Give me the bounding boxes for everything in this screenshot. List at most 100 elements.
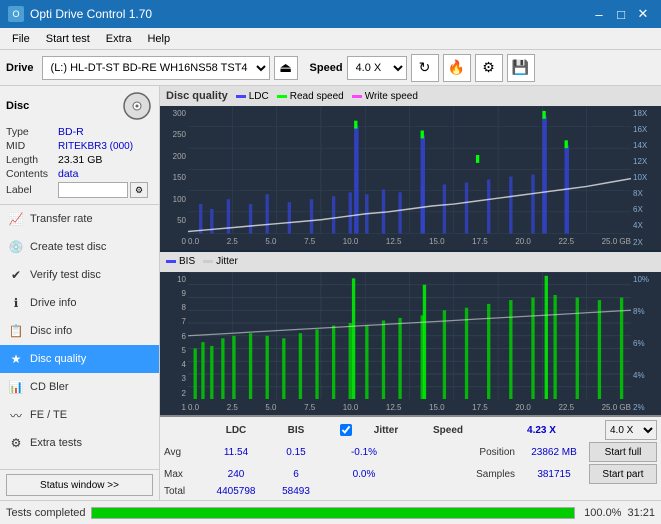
disc-label-button[interactable]: ⚙ [130, 182, 148, 198]
y-label-150: 150 [160, 173, 188, 182]
lower-y-10: 10 [160, 275, 188, 284]
drive-label: Drive [6, 62, 34, 74]
nav-item-cd-bler[interactable]: 📊CD Bler [0, 373, 159, 401]
status-window-button[interactable]: Status window >> [6, 474, 153, 496]
lower-y-8: 8 [160, 303, 188, 312]
maximize-button[interactable]: □ [611, 4, 631, 24]
left-panel: Disc Type BD-R MID RITEKBR3 (000) Lengt [0, 86, 160, 500]
type-value: BD-R [58, 126, 153, 138]
progress-bar [91, 507, 575, 519]
nav-icon-create-test-disc: 💿 [8, 239, 24, 255]
menu-bar: File Start test Extra Help [0, 28, 661, 50]
main-content: Disc Type BD-R MID RITEKBR3 (000) Lengt [0, 86, 661, 500]
menu-help[interactable]: Help [139, 31, 178, 47]
start-full-button[interactable]: Start full [589, 442, 657, 462]
lower-y-7: 7 [160, 317, 188, 326]
settings-button[interactable]: ⚙ [475, 54, 503, 82]
menu-start-test[interactable]: Start test [38, 31, 98, 47]
y-right-6x: 6X [631, 205, 661, 214]
progress-text: 100.0% [581, 507, 621, 519]
close-button[interactable]: ✕ [633, 4, 653, 24]
nav-item-create-test-disc[interactable]: 💿Create test disc [0, 233, 159, 261]
speed-select[interactable]: 4.0 X [347, 56, 407, 80]
jitter-checkbox[interactable] [340, 424, 352, 436]
app-icon: O [8, 6, 24, 22]
col-header-jitter: Jitter [354, 425, 418, 436]
total-bis: 58493 [268, 486, 324, 497]
nav-item-transfer-rate[interactable]: 📈Transfer rate [0, 205, 159, 233]
y-right-10x: 10X [631, 173, 661, 182]
avg-ldc: 11.54 [204, 447, 268, 458]
nav-label-verify-test-disc: Verify test disc [30, 269, 101, 281]
disc-section: Disc Type BD-R MID RITEKBR3 (000) Lengt [0, 86, 159, 205]
legend-ldc: LDC [249, 91, 269, 102]
title-bar: O Opti Drive Control 1.70 – □ ✕ [0, 0, 661, 28]
nav-item-disc-info[interactable]: 📋 Disc info [0, 317, 159, 345]
total-ldc: 4405798 [204, 486, 268, 497]
app-title: Opti Drive Control 1.70 [30, 7, 152, 21]
speed-select-stats[interactable]: 4.0 X [605, 420, 657, 440]
lower-y-6: 6 [160, 332, 188, 341]
max-bis: 6 [268, 469, 324, 480]
nav-icon-disc-quality: ★ [8, 351, 24, 367]
x-7-5: 7.5 [304, 237, 315, 246]
nav-icon-extra-tests: ⚙ [8, 435, 24, 451]
menu-extra[interactable]: Extra [98, 31, 140, 47]
mid-value: RITEKBR3 (000) [58, 141, 153, 152]
lower-y-right-4pct: 4% [631, 371, 661, 380]
nav-item-disc-quality[interactable]: ★Disc quality [0, 345, 159, 373]
progress-fill [92, 508, 574, 518]
position-value: 23862 MB [519, 447, 589, 458]
samples-value: 381715 [519, 469, 589, 480]
nav-icon-disc-info: 📋 [8, 323, 24, 339]
nav-item-drive-info[interactable]: ℹDrive info [0, 289, 159, 317]
nav-label-transfer-rate: Transfer rate [30, 213, 93, 225]
speed-current: 4.23 X [478, 425, 605, 436]
lower-y-right-6pct: 6% [631, 339, 661, 348]
x-2-5: 2.5 [227, 237, 238, 246]
nav-item-verify-test-disc[interactable]: ✔Verify test disc [0, 261, 159, 289]
y-right-2x: 2X [631, 238, 661, 247]
legend-bis: BIS [179, 256, 195, 267]
speed-label: Speed [310, 62, 343, 74]
minimize-button[interactable]: – [589, 4, 609, 24]
lower-x-22-5: 22.5 [558, 403, 574, 412]
legend-read: Read speed [290, 91, 344, 102]
avg-label: Avg [164, 447, 204, 458]
nav-list: 📈Transfer rate💿Create test disc✔Verify t… [0, 205, 159, 457]
toolbar: Drive (L:) HL-DT-ST BD-RE WH16NS58 TST4 … [0, 50, 661, 86]
x-20: 20.0 [515, 237, 531, 246]
lower-x-15: 15.0 [429, 403, 445, 412]
upper-chart: Disc quality LDC Read speed Write speed … [160, 86, 661, 252]
eject-button[interactable]: ⏏ [274, 56, 298, 80]
mid-label: MID [6, 140, 58, 152]
menu-file[interactable]: File [4, 31, 38, 47]
nav-item-fe-te[interactable]: 〰FE / TE [0, 401, 159, 429]
disc-title: Disc [6, 100, 29, 112]
burn-button[interactable]: 🔥 [443, 54, 471, 82]
x-10: 10.0 [343, 237, 359, 246]
lower-y-9: 9 [160, 289, 188, 298]
lower-y-5: 5 [160, 346, 188, 355]
legend-jitter: Jitter [216, 256, 238, 267]
drive-select[interactable]: (L:) HL-DT-ST BD-RE WH16NS58 TST4 [42, 56, 270, 80]
lower-y-1: 1 [160, 403, 188, 412]
samples-label: Samples [404, 469, 519, 480]
lower-x-12-5: 12.5 [386, 403, 402, 412]
position-label: Position [404, 447, 519, 458]
nav-label-disc-info: Disc info [30, 325, 72, 337]
start-part-button[interactable]: Start part [589, 464, 657, 484]
refresh-button[interactable]: ↻ [411, 54, 439, 82]
lower-x-10: 10.0 [343, 403, 359, 412]
save-button[interactable]: 💾 [507, 54, 535, 82]
avg-bis: 0.15 [268, 447, 324, 458]
nav-label-drive-info: Drive info [30, 297, 76, 309]
lower-y-right-10pct: 10% [631, 275, 661, 284]
max-jitter: 0.0% [324, 469, 404, 480]
nav-item-extra-tests[interactable]: ⚙Extra tests [0, 429, 159, 457]
right-panel: Disc quality LDC Read speed Write speed … [160, 86, 661, 500]
time-text: 31:21 [627, 507, 655, 519]
x-15: 15.0 [429, 237, 445, 246]
disc-label-input[interactable] [58, 182, 128, 198]
y-label-200: 200 [160, 152, 188, 161]
